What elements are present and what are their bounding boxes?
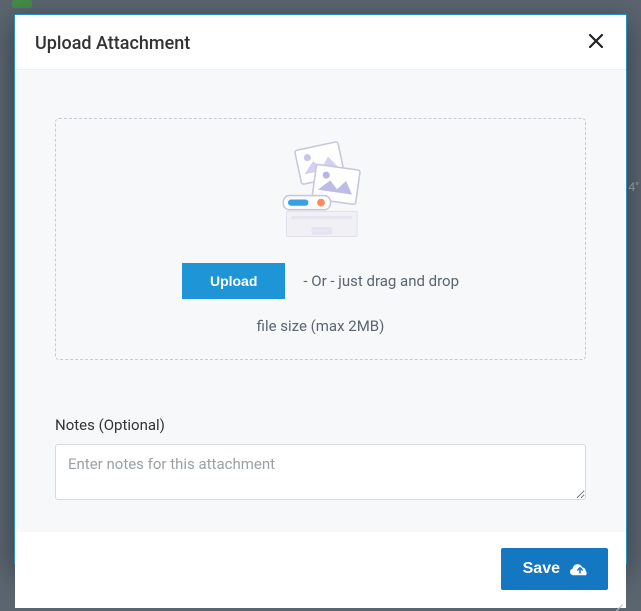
resize-handle-icon (612, 594, 624, 606)
bg-text-fragment: 4" (628, 180, 639, 194)
file-size-text: file size (max 2MB) (74, 317, 567, 335)
attachment-illustration (266, 139, 376, 249)
notes-label: Notes (Optional) (55, 416, 586, 434)
close-button[interactable] (584, 31, 608, 55)
upload-attachment-modal: Upload Attachment (14, 14, 627, 565)
upload-button[interactable]: Upload (182, 263, 285, 299)
save-button-label: Save (523, 560, 560, 578)
modal-title: Upload Attachment (35, 33, 190, 54)
modal-header: Upload Attachment (15, 15, 626, 69)
cloud-upload-icon (570, 561, 590, 577)
notes-input[interactable] (55, 444, 586, 500)
upload-row: Upload - Or - just drag and drop (74, 263, 567, 299)
notes-group: Notes (Optional) (55, 416, 586, 504)
bg-new-ticket-button (12, 0, 32, 8)
modal-body: Upload - Or - just drag and drop file si… (15, 69, 626, 532)
drag-drop-text: - Or - just drag and drop (303, 272, 459, 290)
save-button[interactable]: Save (501, 548, 608, 590)
modal-footer: Save (15, 532, 626, 608)
dropzone[interactable]: Upload - Or - just drag and drop file si… (55, 118, 586, 360)
close-icon (588, 33, 604, 54)
